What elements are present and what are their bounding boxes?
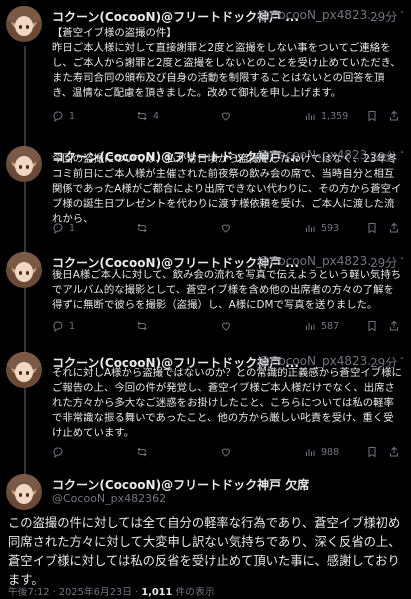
reply-button[interactable] (52, 446, 69, 458)
reply-icon (53, 223, 63, 234)
post-header: コクーン(CocooN)@フリートドック神戸 ... @CocooN_px482… (52, 8, 404, 24)
share-button[interactable] (388, 222, 400, 234)
reply-icon (53, 447, 63, 458)
post-text: 【蒼空イブ様の盗撮の件】 昨日ご本人様に対して直接謝罪と2度と盗撮をしない事をつ… (52, 27, 401, 99)
bookmark-button[interactable] (366, 446, 378, 458)
reply-icon (53, 321, 63, 332)
reply-button[interactable]: 1 (52, 222, 75, 234)
repost-button[interactable] (136, 446, 153, 458)
like-button[interactable] (220, 446, 237, 458)
bookmark-button[interactable] (366, 110, 378, 122)
share-button[interactable] (388, 320, 400, 332)
post-text: 今回の盗撮については、私が常日頃から盗撮をしたわけではなく、23年冬コミ前日にご… (52, 153, 402, 225)
author-handle[interactable]: @CocooN_px4823... (258, 8, 379, 22)
thread-post[interactable]: コクーン(CocooN)@フリートドック神戸 ... @CocooN_px482… (0, 140, 411, 240)
views-icon (306, 113, 315, 120)
views-button[interactable]: 593 (304, 222, 339, 234)
like-button[interactable] (220, 320, 237, 332)
post-header: コクーン(CocooN)@フリートドック神戸 欠席 (52, 476, 309, 493)
share-button[interactable] (388, 446, 400, 458)
avatar[interactable] (6, 474, 42, 510)
reply-icon (53, 111, 63, 122)
action-bar: 988 (52, 446, 402, 460)
like-button[interactable] (220, 222, 237, 234)
heart-icon (221, 448, 231, 457)
share-icon (390, 222, 398, 233)
repost-icon (137, 321, 147, 331)
thread-post[interactable]: コクーン(CocooN)@フリートドック神戸 ... @CocooN_px482… (0, 0, 411, 126)
views-label: 件の表示 (172, 587, 215, 598)
more-icon[interactable]: ··· (400, 8, 404, 21)
post-text: 後日A様ご本人に対して、飲み会の流れを写真で伝えようという軽い気持ちでアルバム的… (52, 269, 402, 311)
post-meta: 午後7:12 · 2025年6月23日 · 1,011 件の表示 (8, 584, 215, 598)
repost-button[interactable]: 4 (136, 110, 159, 122)
like-button[interactable] (220, 110, 237, 122)
bookmark-button[interactable] (366, 222, 378, 234)
views-count: 593 (321, 222, 340, 234)
views-button[interactable]: 988 (304, 446, 339, 458)
views-icon (306, 323, 315, 330)
action-bar: 1 593 (52, 222, 402, 236)
views-button[interactable]: 1,359 (304, 110, 348, 122)
post-time[interactable]: 29分 (370, 8, 397, 24)
bookmark-icon (368, 223, 376, 234)
bookmark-icon (368, 321, 376, 332)
views-icon (306, 449, 315, 456)
repost-count: 4 (153, 110, 160, 122)
share-icon (390, 320, 398, 331)
bookmark-icon (368, 111, 376, 122)
main-post: コクーン(CocooN)@フリートドック神戸 欠席 @CocooN_px4823… (0, 470, 411, 599)
avatar[interactable] (6, 146, 42, 182)
heart-icon (221, 224, 231, 233)
reply-count: 1 (69, 110, 76, 122)
share-icon (390, 446, 398, 457)
thread-post[interactable]: コクーン(CocooN)@フリートドック神戸 ... @CocooN_px482… (0, 346, 411, 470)
bookmark-button[interactable] (366, 320, 378, 332)
action-bar: 1 4 1,359 (52, 110, 402, 124)
avatar[interactable] (6, 6, 42, 42)
action-bar: 1 587 (52, 320, 402, 334)
post-text: それに対しA様から盗撮ではないのか？との常識的正義感から蒼空イブ様にご報告の上、… (52, 367, 402, 439)
bookmark-icon (368, 447, 376, 458)
repost-icon (137, 223, 147, 233)
share-button[interactable] (388, 110, 400, 122)
author-handle[interactable]: @CocooN_px482362 (52, 492, 166, 505)
views-button[interactable]: 587 (304, 320, 339, 332)
views-count: 1,011 (141, 587, 173, 598)
thread-post[interactable]: コクーン(CocooN)@フリートドック神戸 ... @CocooN_px482… (0, 246, 411, 340)
avatar[interactable] (6, 352, 42, 388)
author-name[interactable]: コクーン(CocooN)@フリートドック神戸 欠席 (52, 478, 309, 492)
views-count: 988 (321, 446, 340, 458)
reply-button[interactable]: 1 (52, 110, 75, 122)
reply-button[interactable]: 1 (52, 320, 75, 332)
post-text: この盗撮の件に対しては全て自分の軽率な行為であり、蒼空イブ様初め同席された方々に… (8, 516, 401, 587)
author-handle[interactable]: @CocooN_px4823... (258, 254, 379, 268)
views-count: 587 (321, 320, 340, 332)
reply-count: 1 (69, 222, 76, 234)
reply-count: 1 (69, 320, 76, 332)
more-icon[interactable]: ··· (400, 254, 404, 267)
repost-icon (137, 447, 147, 457)
avatar[interactable] (6, 252, 42, 288)
views-count: 1,359 (321, 110, 349, 122)
views-icon (306, 225, 315, 232)
heart-icon (221, 322, 231, 331)
repost-icon (137, 111, 147, 121)
heart-icon (221, 112, 231, 121)
post-timestamp[interactable]: 午後7:12 · 2025年6月23日 · (8, 587, 141, 598)
share-icon (390, 110, 398, 121)
repost-button[interactable] (136, 320, 153, 332)
repost-button[interactable] (136, 222, 153, 234)
